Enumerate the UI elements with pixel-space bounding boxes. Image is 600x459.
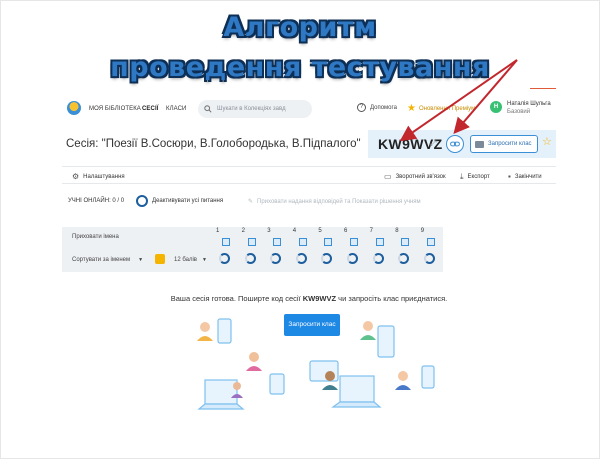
annotation-arrows	[399, 59, 518, 142]
